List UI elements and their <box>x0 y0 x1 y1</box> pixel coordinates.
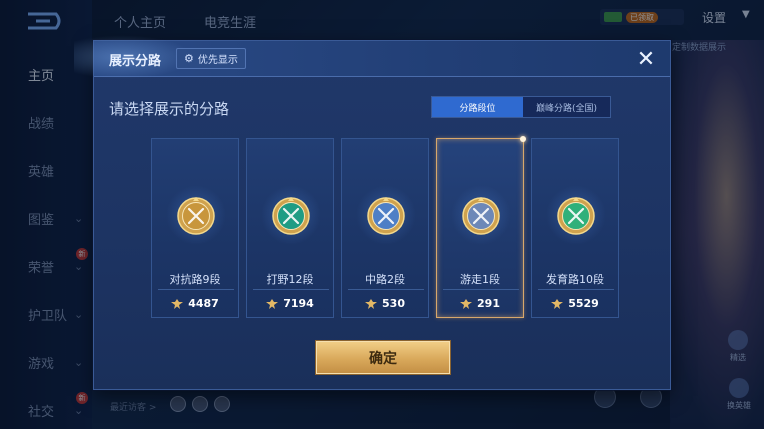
lane-rank-label: 中路2段 <box>365 273 405 286</box>
priority-display-button[interactable]: ⚙ 优先显示 <box>176 48 246 69</box>
lane-score: 291 <box>437 297 523 310</box>
gear-icon: ⚙ <box>184 52 194 65</box>
modal-header: 展示分路 ⚙ 优先显示 ✕ <box>74 35 670 79</box>
emblem-glow <box>451 185 511 245</box>
modal-title: 展示分路 <box>109 54 162 69</box>
lane-score: 7194 <box>247 297 333 310</box>
card-divider <box>348 289 424 290</box>
lane-display-modal: 展示分路 ⚙ 优先显示 ✕ 请选择展示的分路 分路段位 巅峰分路(全国) 对抗路… <box>74 35 671 390</box>
emblem-glow <box>356 185 416 245</box>
lane-mode-toggle: 分路段位 巅峰分路(全国) <box>431 96 611 118</box>
select-prompt: 请选择展示的分路 <box>109 100 230 118</box>
lane-card[interactable]: 中路2段 530 <box>341 138 429 318</box>
clash-lane-emblem-icon <box>177 197 215 235</box>
roam-emblem-icon <box>462 197 500 235</box>
emblem-glow <box>546 185 606 245</box>
confirm-button[interactable]: 确定 <box>316 341 450 374</box>
lane-card[interactable]: 发育路10段 5529 <box>531 138 619 318</box>
farm-lane-emblem-icon <box>557 197 595 235</box>
lane-rank-label: 发育路10段 <box>546 273 604 286</box>
jungle-emblem-icon <box>272 197 310 235</box>
selected-sparkle <box>520 136 526 142</box>
card-divider <box>538 289 614 290</box>
lane-score-value: 291 <box>477 297 500 310</box>
card-divider <box>443 289 519 290</box>
tab-lane-rank[interactable]: 分路段位 <box>432 97 523 117</box>
priority-label: 优先显示 <box>197 55 238 66</box>
rank-points-icon <box>460 298 473 309</box>
card-divider <box>253 289 329 290</box>
rank-points-icon <box>551 298 564 309</box>
emblem-glow <box>166 185 226 245</box>
lane-card[interactable]: 打野12段 7194 <box>246 138 334 318</box>
lane-cards: 对抗路9段 4487 打野12段 7194 中路2段 530 游走1段 291 发育路10段 55… <box>151 136 619 318</box>
lane-rank-label: 游走1段 <box>460 273 500 286</box>
lane-rank-label: 对抗路9段 <box>169 273 221 286</box>
lane-score-value: 4487 <box>188 297 219 310</box>
card-divider <box>158 289 234 290</box>
emblem-glow <box>261 185 321 245</box>
rank-points-icon <box>266 298 279 309</box>
lane-score-value: 5529 <box>568 297 599 310</box>
mid-lane-emblem-icon <box>367 197 405 235</box>
lane-score: 530 <box>342 297 428 310</box>
rank-points-icon <box>171 298 184 309</box>
tab-peak-lane-national[interactable]: 巅峰分路(全国) <box>523 97 610 117</box>
lane-card[interactable]: 游走1段 291 <box>436 136 526 318</box>
close-button[interactable]: ✕ <box>632 45 660 73</box>
lane-card[interactable]: 对抗路9段 4487 <box>151 138 239 318</box>
rank-points-icon <box>365 298 378 309</box>
lane-rank-label: 打野12段 <box>266 273 314 286</box>
lane-score-value: 7194 <box>283 297 314 310</box>
close-icon: ✕ <box>636 46 656 72</box>
lane-score: 4487 <box>152 297 238 310</box>
lane-score: 5529 <box>532 297 618 310</box>
lane-score-value: 530 <box>382 297 405 310</box>
